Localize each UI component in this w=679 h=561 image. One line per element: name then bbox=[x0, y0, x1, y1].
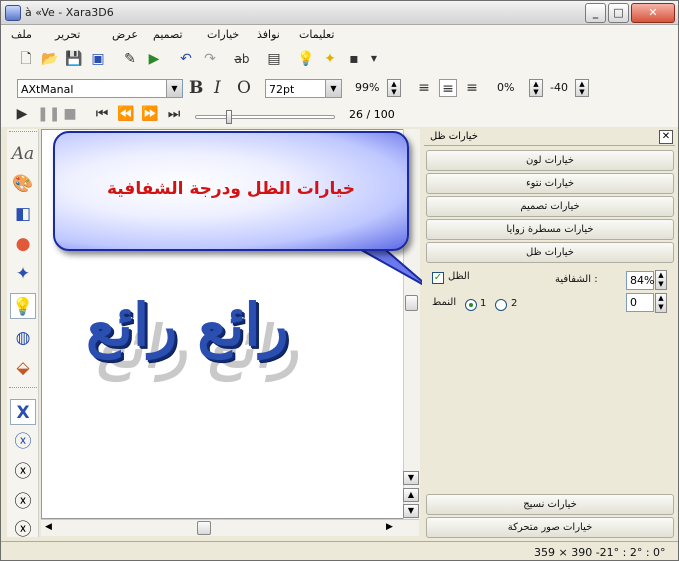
transparency-input[interactable]: 84% bbox=[626, 271, 654, 290]
status-text: 359 × 390 -21° : 2° : 0° bbox=[534, 546, 666, 559]
offset-input[interactable]: 0 bbox=[626, 293, 654, 312]
tab-color-options[interactable]: خيارات لون bbox=[426, 150, 674, 171]
style-label: النمط bbox=[432, 297, 457, 308]
tab-bevel-options[interactable]: خيارات مسطرة زوايا bbox=[426, 219, 674, 240]
style-radio-1[interactable] bbox=[465, 299, 477, 311]
style-radio-2[interactable] bbox=[495, 299, 507, 311]
tab-animation-options[interactable]: خيارات صور متحركة bbox=[426, 517, 674, 538]
status-bar: 359 × 390 -21° : 2° : 0° bbox=[1, 541, 678, 560]
callout-annotation: خيارات الظل ودرجة الشفافية bbox=[53, 131, 409, 251]
panel-title: خيارات ظل bbox=[430, 131, 478, 142]
tab-texture-options[interactable]: خيارات نسيج bbox=[426, 494, 674, 515]
offset-spinner[interactable]: ▲ ▼ bbox=[655, 293, 667, 313]
tab-shadow-options[interactable]: خيارات ظل bbox=[426, 242, 674, 263]
style-radio-2-label: 2 bbox=[511, 298, 518, 309]
tab-extrusion-options[interactable]: خيارات نتوء bbox=[426, 173, 674, 194]
transparency-label: الشفافية : bbox=[555, 274, 598, 285]
tab-design-options[interactable]: خيارات تصميم bbox=[426, 196, 674, 217]
options-panel: خيارات ظل ✕ خيارات لون خيارات نتوء خيارا… bbox=[422, 129, 677, 541]
callout-text: خيارات الظل ودرجة الشفافية bbox=[106, 179, 356, 199]
panel-header: خيارات ظل ✕ bbox=[424, 129, 675, 146]
shadow-checkbox[interactable]: ✓ bbox=[432, 272, 444, 284]
app-window: à «Ve - Xara3D6 _ □ ✕ ملف تحرير عرض تصمي… bbox=[0, 0, 679, 561]
transparency-spinner[interactable]: ▲ ▼ bbox=[655, 270, 667, 290]
close-panel-icon[interactable]: ✕ bbox=[659, 130, 673, 144]
style-radio-1-label: 1 bbox=[480, 298, 487, 309]
shadow-label: الظل bbox=[448, 271, 470, 282]
